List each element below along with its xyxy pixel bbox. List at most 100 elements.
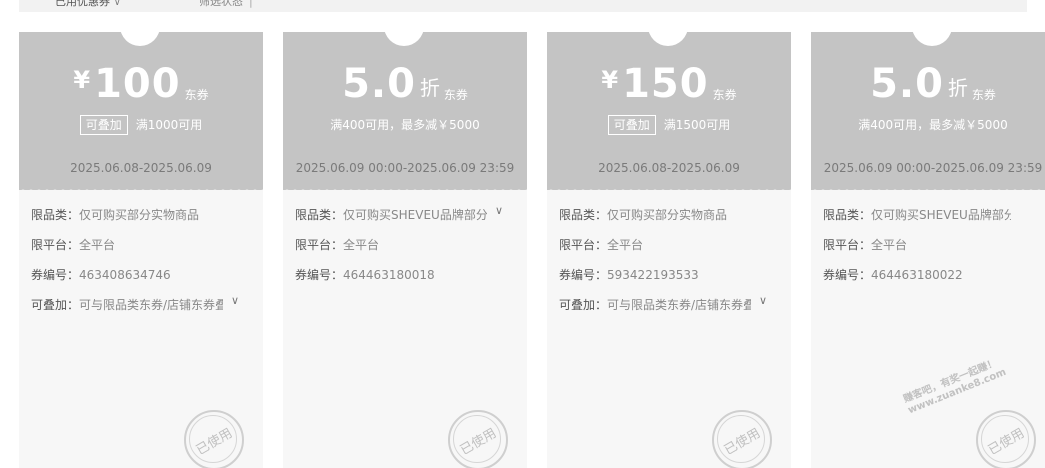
coupon-header: ¥100 东券 可叠加 满1000可用 2025.06.08-2025.06.09 [19,32,263,190]
amount-value: 5.0 [342,61,416,107]
row-value: 464463180018 [343,268,435,282]
row-label: 券编号： [823,268,872,282]
coupon-card[interactable]: ¥150 东券 可叠加 满1500可用 2025.06.08-2025.06.09 … [547,32,791,468]
currency-symbol: ¥ [73,66,91,94]
category-limit-row: 限品类：仅可购买SHEVEU品牌部分商品 [823,208,1045,222]
row-label: 限平台： [823,238,872,252]
coupon-details: 限品类：仅可购买SHEVEU品牌部分商品 限平台：全平台 券编号：4644631… [823,208,1045,298]
row-value: 可与限品类东券/店铺东券叠加 [607,298,752,312]
coupon-number-row: 券编号：464463180022 [823,268,1045,282]
used-stamp: 已使用 [448,410,508,468]
stackable-row[interactable]: 可叠加：可与限品类东券/店铺东券叠加 ∨ [31,294,255,312]
row-label: 券编号： [295,268,344,282]
coupon-card[interactable]: 5.0 折东券 满400可用，最多减￥5000 2025.06.09 00:00-… [283,32,527,468]
coupon-validity-dates: 2025.06.08-2025.06.09 [598,161,740,175]
coupon-type-label: 已用优惠券 [55,0,110,8]
platform-limit-row: 限平台：全平台 [823,238,1045,252]
row-value: 仅可购买SHEVEU品牌部分商品 [343,208,488,222]
coupon-notch [912,32,952,46]
status-filter-label: 筛选状态 [199,0,243,8]
row-label: 券编号： [31,268,80,282]
category-limit-row: 限品类：仅可购买部分实物商品 [559,208,783,222]
coupon-header: 5.0 折东券 满400可用，最多减￥5000 2025.06.09 00:00-… [811,32,1045,190]
used-stamp-text: 已使用 [986,425,1028,458]
status-filter[interactable]: 筛选状态 | [199,0,253,9]
category-limit-row: 限品类：仅可购买部分实物商品 [31,208,255,222]
coupon-notch [648,32,688,46]
coupon-number-row: 券编号：464463180018 [295,268,519,282]
scallop-divider [283,185,527,193]
row-value: 仅可购买部分实物商品 [607,208,728,222]
row-value: 全平台 [871,238,908,252]
used-stamp-text: 已使用 [458,425,500,458]
row-label: 限平台： [31,238,80,252]
row-label: 限平台： [295,238,344,252]
platform-limit-row: 限平台：全平台 [31,238,255,252]
coupon-amount: 5.0 折东券 [811,62,1045,115]
discount-suffix: 折 [947,76,968,100]
scallop-divider [547,185,791,193]
coupon-amount: 5.0 折东券 [283,62,527,115]
row-label: 可叠加： [31,298,80,312]
coupon-unit: 东券 [443,88,468,102]
coupon-condition-row: 满400可用，最多减￥5000 [283,114,527,136]
coupon-details: 限品类：仅可购买SHEVEU品牌部分商品 ∨ 限平台：全平台 券编号：464463… [295,204,519,298]
coupon-condition: 满1000可用 [135,118,203,132]
row-label: 限平台： [559,238,608,252]
coupon-number-row: 券编号：593422193533 [559,268,783,282]
stackable-row[interactable]: 可叠加：可与限品类东券/店铺东券叠加 ∨ [559,294,783,312]
used-stamp-text: 已使用 [722,425,764,458]
coupon-validity-dates: 2025.06.09 00:00-2025.06.09 23:59 [823,161,1043,175]
coupon-condition-row: 可叠加 满1500可用 [547,114,791,136]
row-value: 593422193533 [607,268,699,282]
coupon-condition: 满1500可用 [663,118,731,132]
coupon-amount: ¥100 东券 [19,62,263,115]
coupon-condition: 满400可用，最多减￥5000 [858,118,1008,132]
coupon-unit: 东券 [712,88,737,102]
chevron-down-icon[interactable]: ∨ [231,294,239,308]
row-value: 全平台 [343,238,380,252]
coupon-type-dropdown[interactable]: 已用优惠券 ∨ [55,0,121,9]
row-value: 463408634746 [79,268,171,282]
platform-limit-row: 限平台：全平台 [295,238,519,252]
row-label: 券编号： [559,268,608,282]
row-label: 可叠加： [559,298,608,312]
amount-value: 150 [622,61,709,107]
coupon-header: 5.0 折东券 满400可用，最多减￥5000 2025.06.09 00:00-… [283,32,527,190]
amount-value: 100 [94,61,181,107]
scallop-divider [19,185,263,193]
coupon-condition-row: 可叠加 满1000可用 [19,114,263,136]
chevron-down-icon[interactable]: ∨ [495,204,503,218]
row-value: 全平台 [79,238,116,252]
coupon-condition: 满400可用，最多减￥5000 [330,118,480,132]
row-value: 464463180022 [871,268,963,282]
coupon-notch [384,32,424,46]
row-label: 限品类： [823,208,872,222]
chevron-down-icon: ∨ [114,0,121,8]
chevron-down-icon[interactable]: ∨ [759,294,767,308]
coupon-header: ¥150 东券 可叠加 满1500可用 2025.06.08-2025.06.09 [547,32,791,190]
row-value: 仅可购买部分实物商品 [79,208,200,222]
divider: | [249,0,253,8]
row-label: 限品类： [31,208,80,222]
coupon-card[interactable]: ¥100 东券 可叠加 满1000可用 2025.06.08-2025.06.09 … [19,32,263,468]
row-value: 可与限品类东券/店铺东券叠加 [79,298,224,312]
row-label: 限品类： [559,208,608,222]
coupon-unit: 东券 [971,88,996,102]
coupon-validity-dates: 2025.06.08-2025.06.09 [70,161,212,175]
coupon-condition-row: 满400可用，最多减￥5000 [811,114,1045,136]
scallop-divider [811,185,1045,193]
coupon-amount: ¥150 东券 [547,62,791,115]
filter-bar: 已用优惠券 ∨ 筛选状态 | [19,0,1027,12]
currency-symbol: ¥ [601,66,619,94]
used-stamp: 已使用 [184,410,244,468]
coupon-unit: 东券 [184,88,209,102]
row-label: 限品类： [295,208,344,222]
platform-limit-row: 限平台：全平台 [559,238,783,252]
coupon-details: 限品类：仅可购买部分实物商品 限平台：全平台 券编号：463408634746 … [31,208,255,328]
coupon-validity-dates: 2025.06.09 00:00-2025.06.09 23:59 [295,161,515,175]
used-stamp: 已使用 [976,410,1036,468]
row-value: 仅可购买SHEVEU品牌部分商品 [871,208,1012,222]
category-limit-row[interactable]: 限品类：仅可购买SHEVEU品牌部分商品 ∨ [295,204,519,222]
used-stamp: 已使用 [712,410,772,468]
